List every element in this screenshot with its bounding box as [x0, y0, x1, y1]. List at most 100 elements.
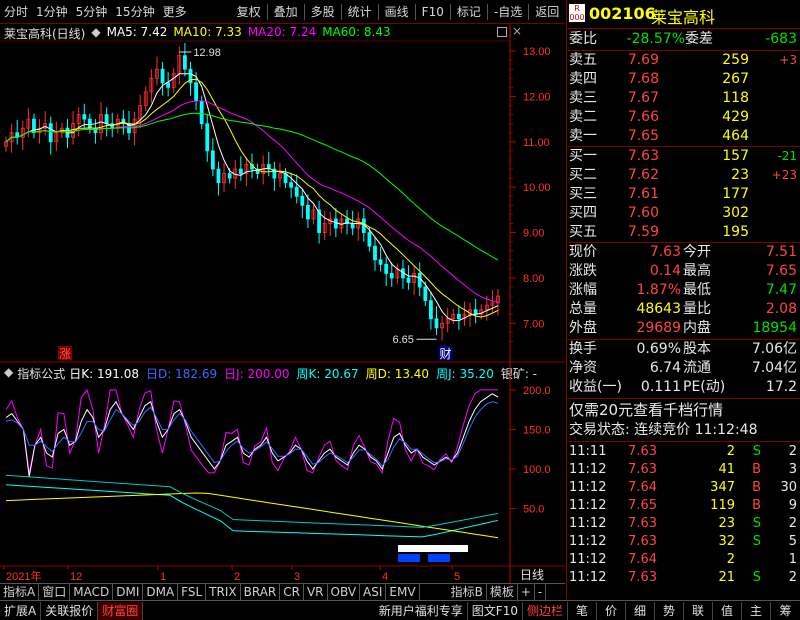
trade-direction: B [752, 480, 761, 495]
toolbar-item-duogu[interactable]: 多股 [307, 0, 339, 24]
stat-value: 7.51 [765, 244, 797, 260]
candle-body [272, 168, 277, 179]
tab-dma[interactable]: DMA [143, 584, 179, 600]
status-f10-graphic[interactable]: 图文F10 [468, 601, 523, 620]
candle-body [4, 141, 8, 147]
tab-indicator-b[interactable]: 指标B [448, 584, 487, 600]
bid-row[interactable]: 买五 7.59 195 [567, 223, 800, 242]
indicator-formula-label[interactable]: 指标公式 [17, 365, 68, 381]
stat-label: 外盘 [569, 320, 597, 336]
dropdown-icon[interactable]: ◆ [91, 25, 104, 41]
candle-body [115, 118, 120, 129]
fin-value: 17.2 [765, 379, 797, 395]
toolbar-item-fanhui[interactable]: 返回 [531, 0, 563, 24]
indicator-tab-bar: 指标A 窗口 MACD DMI DMA FSL TRIX BRAR CR VR … [0, 583, 565, 600]
toolbar: 分时 1分钟 5分钟 15分钟 更多 复权 叠加 多股 统计 画线 F10 标记… [0, 0, 565, 24]
stat-row[interactable]: 涨跌 0.14 最高 7.65 [567, 262, 800, 281]
toolbar-item-1min[interactable]: 1分钟 [32, 0, 72, 24]
tab-emv[interactable]: EMV [386, 584, 420, 600]
trade-price: 7.63 [628, 570, 657, 585]
promo-text[interactable]: 仅需20元查看千档行情 [569, 401, 723, 420]
candle-body [300, 195, 305, 206]
status-btn-chou[interactable]: 筹 [771, 602, 800, 620]
period-daily-label[interactable]: 日线 [520, 566, 544, 583]
tab-asi[interactable]: ASI [360, 584, 387, 600]
stat-row[interactable]: 外盘 29689 内盘 18954 [567, 319, 800, 338]
bid-row[interactable]: 买二 7.62 23 +23 [567, 166, 800, 185]
toolbar-item-f10[interactable]: F10 [418, 0, 448, 24]
toolbar-item-zixuan[interactable]: -自选 [490, 0, 526, 24]
ask-row[interactable]: 卖四 7.68 267 [567, 70, 800, 89]
promo-row[interactable]: 仅需20元查看千档行情 [567, 401, 800, 420]
tab-minus[interactable]: - [535, 584, 547, 600]
toolbar-item-tongji[interactable]: 统计 [344, 0, 376, 24]
status-btn-xi[interactable]: 细 [626, 601, 655, 620]
ask-row[interactable]: 卖五 7.69 259 +3 [567, 51, 800, 70]
ask-row[interactable]: 卖一 7.65 464 [567, 127, 800, 146]
status-sidebar-toggle[interactable]: 侧边栏 [523, 601, 568, 620]
status-btn-jia[interactable]: 价 [597, 601, 626, 620]
indicator-dropdown-icon[interactable]: ◆ [4, 365, 16, 381]
stat-row[interactable]: 总量 48643 量比 2.08 [567, 300, 800, 319]
tab-window[interactable]: 窗口 [39, 584, 71, 600]
toolbar-item-biaoji[interactable]: 标记 [453, 0, 485, 24]
toolbar-item-5min[interactable]: 5分钟 [72, 0, 112, 24]
stat-row[interactable]: 涨幅 1.87% 最低 7.47 [567, 281, 800, 300]
status-btn-zhi[interactable]: 值 [713, 601, 742, 620]
toolbar-item-fenshi[interactable]: 分时 [0, 0, 32, 24]
ask-row[interactable]: 卖三 7.67 118 [567, 89, 800, 108]
ask-price: 7.66 [627, 109, 659, 125]
ask-row[interactable]: 卖二 7.66 429 [567, 108, 800, 127]
fin-row[interactable]: 收益(一) 0.111 PE(动) 17.2 [567, 378, 800, 397]
tab-dmi[interactable]: DMI [113, 584, 144, 600]
tab-cr[interactable]: CR [280, 584, 304, 600]
daily-k-label: 日K: 191.08 [69, 367, 139, 381]
bid-row[interactable]: 买四 7.60 302 [567, 204, 800, 223]
stat-row[interactable]: 现价 7.63 今开 7.51 [567, 243, 800, 262]
stat-label: 最高 [683, 263, 711, 279]
tab-template[interactable]: 模板 [487, 584, 518, 600]
toolbar-item-fuquan[interactable]: 复权 [233, 0, 265, 24]
toolbar-item-more[interactable]: 更多 [159, 0, 191, 24]
trade-count: 2 [788, 444, 797, 459]
status-new-user-promo[interactable]: 新用户福利专享 [375, 601, 468, 620]
tab-indicator-a[interactable]: 指标A [0, 584, 40, 600]
tab-obv[interactable]: OBV [328, 584, 361, 600]
candle-body [473, 309, 478, 315]
toolbar-item-diejia[interactable]: 叠加 [270, 0, 302, 24]
status-related-quote[interactable]: 关联报价 [41, 601, 99, 620]
fin-row[interactable]: 净资 6.74 流通 7.04亿 [567, 359, 800, 378]
trade-row: 11:12 7.63 21 S 2 [567, 569, 800, 587]
candle-body [250, 164, 254, 170]
stock-period-title: 莱宝高科(日线) [4, 27, 86, 41]
candle-body [20, 127, 25, 138]
tab-brar[interactable]: BRAR [241, 584, 281, 600]
bid-row[interactable]: 买一 7.63 157 -21 [567, 147, 800, 166]
ind-y-tick-label: 100.0 [523, 464, 551, 476]
fin-row[interactable]: 换手 0.69% 股本 7.06亿 [567, 340, 800, 359]
tab-trix[interactable]: TRIX [206, 584, 241, 600]
bid-row[interactable]: 买三 7.61 177 [567, 185, 800, 204]
status-btn-lian[interactable]: 联 [684, 601, 713, 620]
status-btn-shi[interactable]: 势 [655, 601, 684, 620]
bid-volume: 23 [731, 167, 749, 183]
trade-count: 3 [788, 462, 797, 477]
trade-direction: S [752, 516, 761, 531]
toolbar-item-huaxian[interactable]: 画线 [381, 0, 413, 24]
limit-up-badge [58, 346, 72, 360]
status-btn-bi[interactable]: 笔 [568, 601, 597, 620]
tab-macd[interactable]: MACD [70, 584, 114, 600]
tab-plus[interactable]: + [518, 584, 535, 600]
toolbar-item-15min[interactable]: 15分钟 [111, 0, 158, 24]
tab-fsl[interactable]: FSL [178, 584, 207, 600]
window-restore-icon[interactable] [497, 27, 507, 37]
toolbar-divider [340, 3, 342, 20]
toolbar-divider [414, 3, 416, 20]
candle-body [434, 318, 439, 329]
status-extend-a[interactable]: 扩展A [0, 601, 42, 620]
tab-vr[interactable]: VR [304, 584, 328, 600]
status-btn-zhu[interactable]: 主 [742, 601, 771, 620]
status-wealth-circle[interactable]: 财富圈 [98, 601, 144, 620]
trade-price: 7.64 [628, 552, 657, 567]
close-icon[interactable]: × [512, 24, 522, 38]
